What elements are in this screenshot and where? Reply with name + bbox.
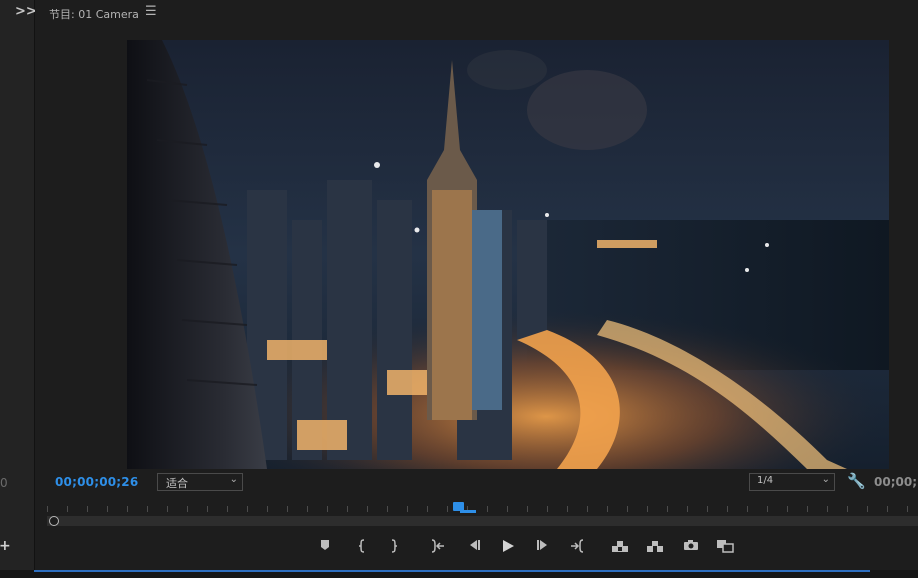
extract-icon — [647, 541, 663, 552]
wrench-icon[interactable]: 🔧 — [847, 472, 866, 490]
playhead-indicator — [460, 510, 476, 513]
ruler-tick — [367, 506, 368, 512]
go-to-out-icon — [571, 539, 584, 553]
zoom-scrollbar-handle[interactable] — [49, 516, 59, 526]
ruler-tick — [547, 506, 548, 512]
panel-header: 节目: 01 Camera ☰ — [35, 0, 918, 26]
step-forward-button[interactable] — [533, 536, 553, 556]
ruler-tick — [167, 506, 168, 512]
expand-panels-icon[interactable]: >> — [15, 5, 37, 19]
ruler-tick — [647, 506, 648, 512]
lift-button[interactable] — [610, 536, 630, 556]
export-frame-button[interactable] — [681, 536, 701, 556]
ruler-tick — [807, 506, 808, 512]
ruler-tick — [507, 506, 508, 512]
fit-dropdown[interactable]: 适合 ⌄ — [157, 473, 243, 491]
camera-icon — [684, 540, 698, 550]
ruler-tick — [427, 506, 428, 512]
ruler-tick — [247, 506, 248, 512]
ruler-tick — [447, 506, 448, 512]
ruler-tick — [487, 506, 488, 512]
mark-out-button[interactable] — [384, 536, 404, 556]
ruler-tick — [187, 506, 188, 512]
ruler-tick — [607, 506, 608, 512]
playback-resolution-dropdown[interactable]: 1/4 ⌄ — [749, 473, 835, 491]
left-timecode-fragment: 0 — [0, 476, 8, 490]
ruler-tick — [687, 506, 688, 512]
ruler-tick — [707, 506, 708, 512]
ruler-tick — [87, 506, 88, 512]
resolution-value: 1/4 — [757, 475, 774, 486]
step-back-icon — [470, 540, 480, 550]
left-panel-strip: >> 0 + — [0, 0, 37, 578]
extract-button[interactable] — [645, 536, 665, 556]
ruler-tick — [847, 506, 848, 512]
ruler-tick — [667, 506, 668, 512]
go-to-in-button[interactable] — [428, 536, 448, 556]
ruler-tick — [727, 506, 728, 512]
ruler-tick — [127, 506, 128, 512]
chevron-down-icon: ⌄ — [821, 474, 830, 485]
ruler-tick — [207, 506, 208, 512]
ruler-tick — [347, 506, 348, 512]
ruler-tick — [327, 506, 328, 512]
play-button[interactable] — [498, 536, 518, 556]
ruler-tick — [287, 506, 288, 512]
time-ruler[interactable] — [47, 502, 918, 512]
city-night-image — [127, 40, 889, 469]
program-monitor-panel: 节目: 01 Camera ☰ 00;00;00;26 适合 ⌄ 1/4 ⌄ 🔧… — [35, 0, 918, 578]
ruler-tick — [567, 506, 568, 512]
ruler-tick — [267, 506, 268, 512]
zoom-scrollbar[interactable] — [47, 516, 918, 526]
ruler-tick — [867, 506, 868, 512]
ruler-tick — [227, 506, 228, 512]
fit-dropdown-value: 适合 — [166, 477, 188, 490]
ruler-tick — [387, 506, 388, 512]
ruler-tick — [527, 506, 528, 512]
ruler-tick — [47, 506, 48, 512]
ruler-tick — [307, 506, 308, 512]
ruler-tick — [787, 506, 788, 512]
transport-controls — [35, 536, 918, 556]
ruler-tick — [67, 506, 68, 512]
active-panel-indicator — [34, 570, 870, 572]
play-icon — [503, 540, 514, 552]
lift-icon — [612, 541, 628, 552]
ruler-tick — [407, 506, 408, 512]
ruler-tick — [887, 506, 888, 512]
marker-icon — [321, 540, 329, 550]
ruler-tick — [827, 506, 828, 512]
go-to-out-button[interactable] — [567, 536, 587, 556]
add-marker-button[interactable] — [315, 536, 335, 556]
add-icon[interactable]: + — [0, 538, 11, 554]
ruler-tick — [907, 506, 908, 512]
ruler-tick — [627, 506, 628, 512]
program-video-frame[interactable] — [127, 40, 889, 469]
ruler-tick — [107, 506, 108, 512]
chevron-down-icon: ⌄ — [229, 474, 238, 485]
mark-out-icon — [391, 539, 397, 553]
duration-timecode: 00;00; — [874, 475, 917, 489]
step-forward-icon — [537, 540, 547, 550]
panel-title[interactable]: 节目: 01 Camera — [49, 6, 139, 22]
ruler-tick — [767, 506, 768, 512]
step-back-button[interactable] — [464, 536, 484, 556]
hamburger-menu-icon[interactable]: ☰ — [145, 4, 157, 19]
go-to-in-icon — [431, 539, 444, 553]
ruler-tick — [147, 506, 148, 512]
current-timecode[interactable]: 00;00;00;26 — [55, 475, 138, 489]
comparison-view-button[interactable] — [715, 536, 735, 556]
mark-in-icon — [359, 539, 365, 553]
ruler-tick — [587, 506, 588, 512]
compare-icon — [717, 540, 734, 553]
mark-in-button[interactable] — [352, 536, 372, 556]
ruler-tick — [747, 506, 748, 512]
